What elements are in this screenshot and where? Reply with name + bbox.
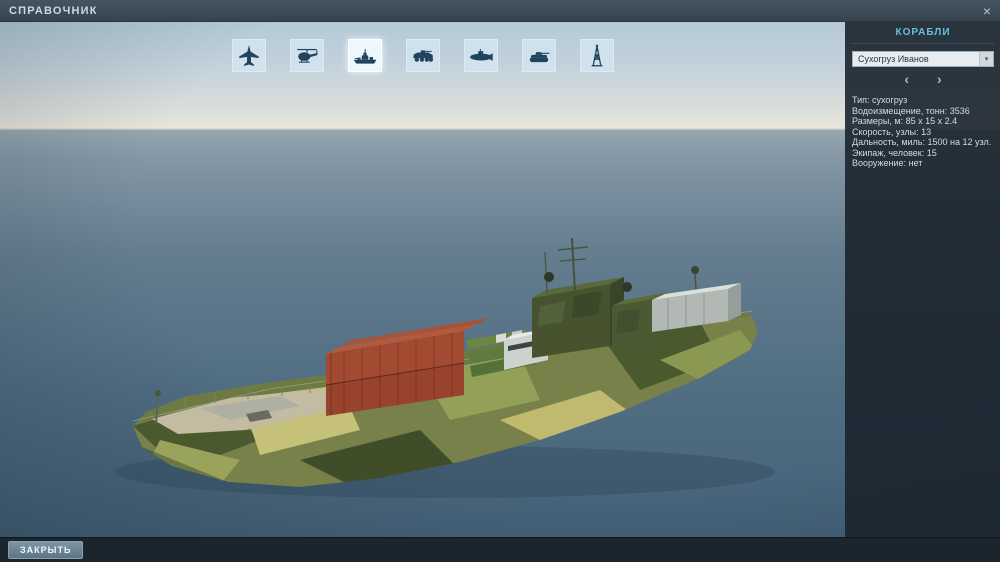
- helicopter-icon: [296, 48, 317, 63]
- category-tanks[interactable]: [521, 39, 556, 72]
- close-icon[interactable]: ×: [983, 4, 991, 18]
- category-submarines[interactable]: [463, 39, 498, 72]
- bottom-bar: ЗАКРЫТЬ: [0, 537, 1000, 562]
- warship-icon: [353, 48, 376, 64]
- ship-pager: ‹ ›: [852, 72, 994, 86]
- category-vehicles[interactable]: [405, 39, 440, 72]
- apc-icon: [412, 49, 433, 62]
- fighter-jet-icon: [238, 44, 259, 66]
- spec-line-armament: Вооружение: нет: [852, 158, 923, 168]
- next-ship-button[interactable]: ›: [933, 72, 946, 86]
- category-helicopters[interactable]: [289, 39, 324, 72]
- spec-list: Тип: сухогруз Водоизмещение, тонн: 3536 …: [852, 95, 994, 169]
- dropdown-arrow-icon: ▾: [979, 52, 993, 66]
- ship-select-dropdown[interactable]: Сухогруз Иванов ▾: [852, 51, 994, 67]
- ship-select-value: Сухогруз Иванов: [858, 54, 929, 64]
- category-bar: [0, 39, 845, 72]
- spec-line-speed: Скорость, узлы: 13: [852, 126, 932, 137]
- submarine-icon: [469, 48, 493, 61]
- panel-title: КОРАБЛИ: [852, 27, 994, 44]
- spec-line-type: Тип: сухогруз: [852, 95, 908, 105]
- prev-ship-button[interactable]: ‹: [900, 72, 913, 86]
- reference-window: СПРАВОЧНИК × КОРАБЛИ Сухогруз Иванов ▾ ‹…: [0, 0, 1000, 562]
- category-aircraft[interactable]: [231, 39, 266, 72]
- derrick-tower-icon: [591, 44, 602, 66]
- spec-line-range: Дальность, миль: 1500 на 12 узл.: [852, 137, 992, 147]
- close-button[interactable]: ЗАКРЫТЬ: [8, 541, 84, 559]
- category-structures[interactable]: [579, 39, 614, 72]
- spec-line-crew: Экипаж, человек: 15: [852, 147, 937, 158]
- window-title: СПРАВОЧНИК: [9, 4, 98, 17]
- spec-line-displacement: Водоизмещение, тонн: 3536: [852, 105, 970, 116]
- tank-icon: [529, 51, 550, 62]
- info-panel: КОРАБЛИ Сухогруз Иванов ▾ ‹ › Тип: сухог…: [845, 22, 1000, 537]
- category-ships[interactable]: [347, 39, 382, 72]
- spec-line-dimensions: Размеры, м: 85 х 15 х 2.4: [852, 116, 958, 126]
- title-bar: СПРАВОЧНИК ×: [0, 0, 1000, 22]
